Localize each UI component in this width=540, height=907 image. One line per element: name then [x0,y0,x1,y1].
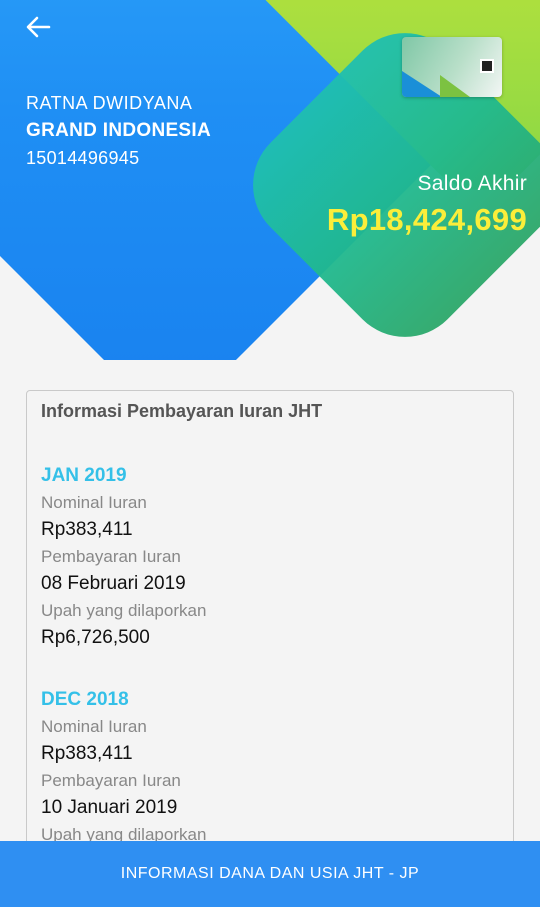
payment-value: 08 Februari 2019 [41,573,186,594]
company-name: GRAND INDONESIA [26,120,212,141]
payment-entry: JAN 2019 Nominal Iuran Rp383,411 Pembaya… [41,465,206,655]
payment-info-card: Informasi Pembayaran Iuran JHT JAN 2019 … [26,390,514,852]
member-card-number: 15014496945 [26,148,140,168]
saldo-value: Rp18,424,699 [326,202,527,237]
nominal-label: Nominal Iuran [41,493,147,512]
info-title: Informasi Pembayaran Iuran JHT [41,401,323,421]
nominal-label: Nominal Iuran [41,717,147,736]
jht-jp-info-button[interactable]: INFORMASI DANA DAN USIA JHT - JP [0,841,540,907]
card-stripe [440,75,470,97]
card-stripe [402,71,442,97]
wage-label: Upah yang dilaporkan [41,601,207,620]
payment-value: 10 Januari 2019 [41,797,178,818]
entry-period: DEC 2018 [41,689,129,710]
payment-entry: DEC 2018 Nominal Iuran Rp383,411 Pembaya… [41,689,206,851]
membership-card-thumbnail[interactable] [402,37,502,97]
member-name: RATNA DWIDYANA [26,93,193,113]
payment-label: Pembayaran Iuran [41,547,181,566]
nominal-value: Rp383,411 [41,743,133,764]
back-button[interactable] [18,10,58,44]
nominal-value: Rp383,411 [41,519,133,540]
jht-jp-info-label: INFORMASI DANA DAN USIA JHT - JP [120,865,420,882]
wage-value: Rp6,726,500 [41,627,150,648]
arrow-left-icon [26,16,51,38]
qr-code-icon [480,59,494,73]
payment-label: Pembayaran Iuran [41,771,181,790]
entry-period: JAN 2019 [41,465,127,486]
saldo-label: Saldo Akhir [417,172,527,195]
